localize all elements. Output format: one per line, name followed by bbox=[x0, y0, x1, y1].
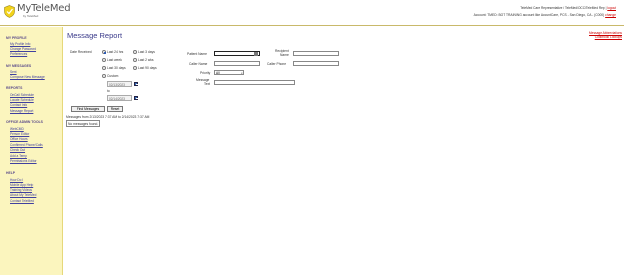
user-role-text: TeleMed Care Representative / TeleMed/OC… bbox=[520, 6, 607, 10]
calendar-icon[interactable] bbox=[134, 82, 138, 86]
sidebar-item-message-report[interactable]: Message Report bbox=[10, 109, 33, 113]
sidebar-item-person-editor[interactable]: Person Editor bbox=[10, 132, 29, 136]
message-text-input[interactable] bbox=[214, 80, 295, 85]
sidebar-item-confirmed-phone-calls[interactable]: Confirmed Phone/Calls bbox=[10, 143, 43, 147]
find-messages-button[interactable]: Find Messages bbox=[71, 106, 105, 112]
cookbook-lookups-link[interactable]: Cookbook Lookups bbox=[589, 35, 622, 39]
sidebar-section-my-messages: MY MESSAGES bbox=[6, 64, 32, 68]
caller-name-label: Caller Name bbox=[189, 62, 208, 66]
sidebar-section-reports: REPORTS bbox=[6, 86, 23, 90]
sidebar-section-my-profile: MY PROFILE bbox=[6, 36, 27, 40]
logout-link[interactable]: logout bbox=[607, 6, 616, 10]
radio-custom[interactable] bbox=[102, 74, 106, 78]
radio-label-last-24-hrs: Last 24 hrs bbox=[107, 50, 124, 54]
sidebar-item-mobile-app-help[interactable]: Mobile App Help bbox=[10, 183, 33, 187]
sidebar: MY PROFILE My Profile Info Change Passwo… bbox=[0, 27, 63, 275]
sidebar-item-training-videos[interactable]: Training Videos bbox=[10, 188, 32, 192]
sidebar-item-check-out[interactable]: Check Out bbox=[10, 148, 25, 152]
sidebar-item-office-hours[interactable]: Office Hours bbox=[10, 137, 28, 141]
priority-select[interactable]: All ▾ bbox=[214, 70, 244, 75]
change-account-link[interactable]: change bbox=[605, 13, 616, 17]
sidebar-item-locate-schedule[interactable]: Locate Schedule bbox=[10, 98, 34, 102]
account-info: Account: TMED: BOT TRAINING account like… bbox=[474, 13, 616, 17]
no-results-text: No messages found. bbox=[66, 120, 101, 127]
calendar-icon[interactable] bbox=[134, 96, 138, 100]
logo-subtitle: by TeleMed bbox=[23, 14, 39, 18]
to-date-input[interactable]: 02/14/2023 bbox=[107, 95, 132, 101]
page-title: Message Report bbox=[67, 31, 123, 40]
radio-label-last-3-days: Last 3 days bbox=[138, 50, 155, 54]
recipient-name-label-2: Name bbox=[280, 53, 289, 57]
sidebar-item-webcmd[interactable]: WebCMD bbox=[10, 127, 24, 131]
radio-last-3-days[interactable] bbox=[133, 50, 137, 54]
to-label: to bbox=[107, 89, 110, 93]
priority-selected-value: All bbox=[216, 71, 220, 75]
reset-button[interactable]: Reset bbox=[107, 106, 123, 112]
sidebar-item-sent[interactable]: Sent bbox=[10, 70, 17, 74]
message-text-label-2: Text bbox=[204, 82, 211, 86]
radio-last-24-hrs[interactable] bbox=[102, 50, 106, 54]
sidebar-item-contact-telemed[interactable]: Contact TeleMed bbox=[10, 199, 34, 203]
user-info: TeleMed Care Representative / TeleMed/OC… bbox=[520, 6, 616, 10]
sidebar-item-preferences[interactable]: Preferences bbox=[10, 52, 27, 56]
radio-label-last-90-days: Last 90 days bbox=[138, 66, 157, 70]
sidebar-item-my-profile-info[interactable]: My Profile Info bbox=[10, 42, 30, 46]
logo[interactable]: MyTeleMed by TeleMed bbox=[4, 3, 71, 18]
sidebar-item-compose-new-message[interactable]: Compose New Message bbox=[10, 75, 45, 79]
sidebar-section-office-admin-tools: OFFICE ADMIN TOOLS bbox=[6, 120, 43, 124]
caller-name-input[interactable] bbox=[214, 61, 260, 66]
date-received-label: Date Received bbox=[70, 50, 92, 54]
radio-last-30-days[interactable] bbox=[102, 66, 106, 70]
radio-last-2-wks[interactable] bbox=[133, 58, 137, 62]
radio-last-week[interactable] bbox=[102, 58, 106, 62]
sidebar-item-how-do-i[interactable]: How Do I bbox=[10, 178, 23, 182]
caller-phone-label: Caller Phone bbox=[267, 62, 287, 66]
logo-icon bbox=[4, 4, 15, 18]
main-content: Message Report Message Abbreviations Coo… bbox=[63, 27, 624, 275]
reference-links: Message Abbreviations Cookbook Lookups bbox=[589, 31, 622, 39]
sidebar-item-permissions-editor[interactable]: Permissions Editor bbox=[10, 159, 37, 163]
radio-last-90-days[interactable] bbox=[133, 66, 137, 70]
radio-label-last-30-days: Last 30 days bbox=[107, 66, 126, 70]
caller-phone-input[interactable] bbox=[293, 61, 339, 66]
sidebar-item-oncall-schedule[interactable]: OnCall Schedule bbox=[10, 93, 34, 97]
patient-name-label: Patient Name bbox=[187, 52, 207, 56]
results-range-text: Messages from 2/13/2023 7:37 AM to 2/14/… bbox=[66, 115, 150, 119]
logo-name: MyTeleMed bbox=[17, 3, 71, 14]
header: MyTeleMed by TeleMed TeleMed Care Repres… bbox=[0, 0, 624, 26]
sidebar-item-about-my-telemed[interactable]: About My TeleMed bbox=[10, 193, 36, 197]
sidebar-item-contact-info[interactable]: Contact Info bbox=[10, 103, 27, 107]
sidebar-item-change-password[interactable]: Change Password bbox=[10, 47, 36, 51]
dropdown-arrow-icon: ▾ bbox=[241, 71, 243, 75]
account-text: Account: TMED: BOT TRAINING account like… bbox=[473, 13, 605, 17]
radio-label-last-week: Last week bbox=[107, 58, 122, 62]
radio-label-last-2-wks: Last 2 wks bbox=[138, 58, 154, 62]
radio-label-custom: Custom bbox=[107, 74, 119, 78]
sidebar-section-help: HELP bbox=[6, 171, 16, 175]
from-date-input[interactable]: 02/13/2023 bbox=[107, 81, 132, 87]
sidebar-item-add-a-temp[interactable]: Add a Temp bbox=[10, 154, 27, 158]
recipient-name-input[interactable] bbox=[293, 51, 339, 56]
name-picker-icon[interactable] bbox=[254, 51, 258, 56]
priority-label: Priority bbox=[200, 71, 211, 75]
